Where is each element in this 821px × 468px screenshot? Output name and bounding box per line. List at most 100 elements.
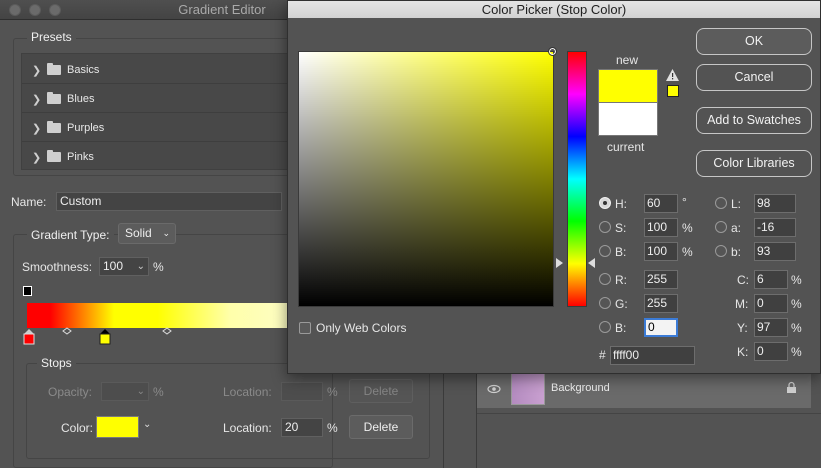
opacity-location-unit: % — [327, 385, 338, 399]
midpoint-diamond-icon[interactable] — [62, 327, 72, 335]
gamut-warning-icon — [666, 69, 679, 81]
opacity-stop-left[interactable] — [23, 286, 32, 296]
stops-label: Stops — [37, 356, 76, 370]
preset-folder-basics[interactable]: ❯ Basics — [22, 56, 322, 84]
layer-row-background[interactable]: Background — [477, 370, 811, 408]
chevron-down-icon: ⌄ — [136, 386, 145, 397]
only-web-colors-checkbox[interactable] — [299, 322, 311, 334]
hue-radio[interactable] — [599, 197, 611, 209]
hue-slider-right-arrow[interactable] — [588, 258, 595, 268]
cancel-button[interactable]: Cancel — [696, 64, 812, 91]
hex-label: # — [599, 348, 606, 362]
hex-input[interactable]: ffff00 — [610, 346, 695, 365]
hue-slider-left-arrow[interactable] — [556, 258, 563, 268]
black-unit: % — [791, 345, 802, 359]
presets-list[interactable]: ❯ Basics ❯ Blues ❯ Purples ❯ Pinks — [21, 53, 322, 171]
stop-color-swatch[interactable] — [96, 416, 139, 438]
chevron-right-icon[interactable]: ❯ — [32, 93, 41, 106]
smoothness-label: Smoothness: — [22, 260, 93, 274]
new-color-label: new — [616, 53, 639, 67]
add-to-swatches-button[interactable]: Add to Swatches — [696, 107, 812, 134]
chevron-right-icon[interactable]: ❯ — [32, 64, 41, 77]
current-color-swatch[interactable] — [598, 103, 658, 136]
opacity-location-input — [281, 382, 323, 401]
a-channel-radio[interactable] — [715, 221, 727, 233]
preset-label: Blues — [67, 93, 95, 105]
color-picker-title: Color Picker (Stop Color) — [288, 1, 820, 18]
blue-input[interactable]: 0 — [644, 318, 678, 337]
yellow-unit: % — [791, 321, 802, 335]
red-radio[interactable] — [599, 273, 611, 285]
magenta-input[interactable]: 0 — [754, 294, 788, 313]
new-color-swatch — [598, 69, 658, 103]
b-channel-radio[interactable] — [715, 245, 727, 257]
lightness-input[interactable]: 98 — [754, 194, 796, 213]
green-radio[interactable] — [599, 297, 611, 309]
chevron-down-icon[interactable]: ⌄ — [143, 419, 151, 430]
preset-folder-pinks[interactable]: ❯ Pinks — [22, 143, 322, 171]
opacity-unit: % — [153, 385, 164, 399]
color-libraries-button[interactable]: Color Libraries — [696, 150, 812, 177]
opacity-label: Opacity: — [48, 385, 93, 399]
b-channel-input[interactable]: 93 — [754, 242, 796, 261]
presets-label: Presets — [27, 30, 76, 44]
cyan-input[interactable]: 6 — [754, 270, 788, 289]
color-picker-dialog: Color Picker (Stop Color) new current OK… — [287, 0, 821, 374]
layers-panel: Background — [476, 360, 821, 468]
saturation-radio[interactable] — [599, 221, 611, 233]
magenta-unit: % — [791, 297, 802, 311]
hue-input[interactable]: 60 — [644, 194, 678, 213]
gradient-editor-title: Gradient Editor — [178, 2, 266, 17]
minimize-window-button[interactable] — [29, 4, 41, 16]
color-location-label: Location: — [223, 421, 272, 435]
brightness-input[interactable]: 100 — [644, 242, 678, 261]
chevron-right-icon[interactable]: ❯ — [32, 122, 41, 135]
blue-radio[interactable] — [599, 321, 611, 333]
b-channel-label: b: — [731, 245, 742, 259]
stops-group — [26, 363, 430, 459]
opacity-delete-button: Delete — [349, 379, 413, 403]
brightness-radio[interactable] — [599, 245, 611, 257]
preset-label: Basics — [67, 64, 100, 76]
gamut-warning-swatch[interactable] — [667, 85, 679, 97]
chevron-down-icon[interactable]: ⌄ — [137, 258, 145, 275]
preset-label: Purples — [67, 122, 105, 134]
midpoint-diamond-icon[interactable] — [162, 327, 172, 335]
saturation-brightness-field[interactable] — [298, 51, 554, 307]
color-delete-button[interactable]: Delete — [349, 415, 413, 439]
magenta-label: M: — [735, 297, 749, 311]
lightness-radio[interactable] — [715, 197, 727, 209]
color-stop-red[interactable] — [23, 329, 35, 345]
red-input[interactable]: 255 — [644, 270, 678, 289]
black-label: K: — [737, 345, 749, 359]
black-input[interactable]: 0 — [754, 342, 788, 361]
a-channel-input[interactable]: -16 — [754, 218, 796, 237]
gradient-type-select[interactable]: Solid ⌄ — [118, 223, 176, 244]
eye-icon[interactable] — [487, 382, 501, 396]
preset-folder-purples[interactable]: ❯ Purples — [22, 114, 322, 142]
close-window-button[interactable] — [9, 4, 21, 16]
gradient-name-input[interactable]: Custom — [56, 192, 282, 211]
green-label: G: — [615, 297, 628, 311]
gradient-type-label: Gradient Type: — [27, 228, 114, 242]
gradient-preview-bar[interactable] — [27, 303, 317, 328]
preset-folder-blues[interactable]: ❯ Blues — [22, 85, 322, 113]
chevron-right-icon[interactable]: ❯ — [32, 151, 41, 164]
yellow-input[interactable]: 97 — [754, 318, 788, 337]
folder-icon — [47, 63, 61, 75]
cyan-label: C: — [737, 273, 749, 287]
color-stop-yellow-selected[interactable] — [99, 329, 111, 345]
blue-label: B: — [615, 321, 627, 335]
ok-button[interactable]: OK — [696, 28, 812, 55]
green-input[interactable]: 255 — [644, 294, 678, 313]
hue-slider[interactable] — [567, 51, 587, 307]
smoothness-input[interactable]: 100 ⌄ — [99, 257, 149, 276]
color-location-input[interactable]: 20 — [281, 418, 323, 437]
color-field-marker[interactable] — [548, 47, 557, 56]
a-channel-label: a: — [731, 221, 742, 235]
preset-label: Pinks — [67, 151, 94, 163]
zoom-window-button[interactable] — [49, 4, 61, 16]
color-location-unit: % — [327, 421, 338, 435]
saturation-input[interactable]: 100 — [644, 218, 678, 237]
layer-thumbnail — [511, 372, 545, 405]
